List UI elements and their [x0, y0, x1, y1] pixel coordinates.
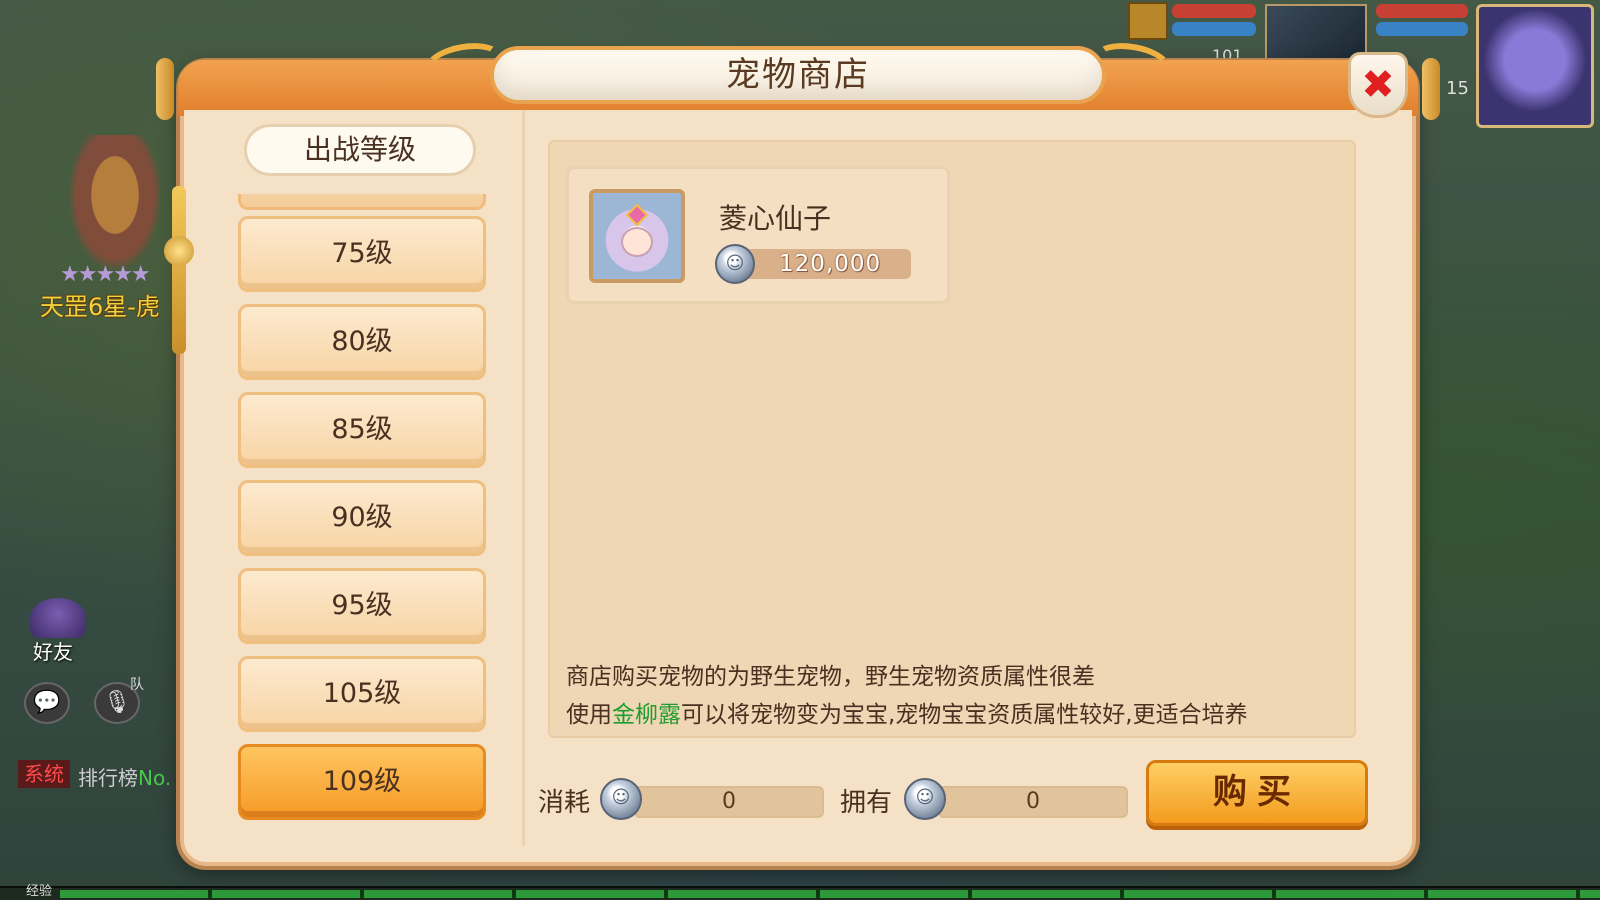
cost-amount-bar: 0	[634, 786, 824, 818]
cost-coin-icon: ☺	[600, 778, 642, 820]
team-label: 队	[130, 677, 144, 693]
close-icon: ✖	[1361, 62, 1395, 108]
level-label: 109级	[322, 766, 402, 797]
own-value: 0	[1026, 789, 1040, 814]
system-badge: 系统	[18, 760, 70, 788]
level-button-80[interactable]: 80级	[238, 304, 486, 380]
item-name: 菱心仙子	[719, 202, 832, 235]
hp-bar	[1172, 4, 1256, 18]
buff-icon[interactable]	[1128, 2, 1168, 40]
player-avatar[interactable]	[1476, 4, 1594, 128]
scroll-rod-left	[156, 58, 174, 120]
level-section-label: 出战等级	[303, 133, 416, 166]
shop-notice: 商店购买宠物的为野生宠物，野生宠物资质属性很差 使用金柳露可以将宠物变为宝宝,宠…	[566, 658, 1346, 734]
notice-line-1: 商店购买宠物的为野生宠物，野生宠物资质属性很差	[566, 664, 1095, 690]
level-label: 95级	[331, 590, 393, 621]
level-button-85[interactable]: 85级	[238, 392, 486, 468]
level-label: 80级	[331, 326, 393, 357]
notice-prefix: 使用	[566, 702, 612, 728]
pet-shop-dialog: 宠物商店 ✖ 出战等级 75级 80级 85级 90级 95级 105级 109…	[156, 37, 1440, 866]
level-button-105[interactable]: 105级	[238, 656, 486, 732]
portrait-face	[621, 227, 653, 257]
notice-highlight-item: 金柳露	[612, 702, 681, 728]
player-mp-bar	[1376, 22, 1468, 36]
column-divider	[522, 110, 525, 846]
pet-stars: ★★★★★	[60, 262, 151, 287]
mp-bar	[1172, 22, 1256, 36]
own-coin-icon: ☺	[904, 778, 946, 820]
shop-item-card[interactable]: 菱心仙子 ☺ 120,000	[566, 166, 950, 304]
level-label: 90级	[331, 502, 393, 533]
friends-label[interactable]: 好友	[33, 636, 73, 665]
silver-coin-icon: ☺	[715, 244, 755, 284]
level-button-109[interactable]: 109级	[238, 744, 486, 820]
level-button-90[interactable]: 90级	[238, 480, 486, 556]
title-banner: 宠物商店	[421, 37, 1175, 104]
pet-name-label: 天罡6星-虎	[40, 293, 160, 321]
portrait-crown	[625, 203, 649, 227]
level-button-95[interactable]: 95级	[238, 568, 486, 644]
exp-fill	[60, 890, 1600, 898]
level-label: 75级	[331, 238, 393, 269]
tassel-knot	[164, 236, 194, 266]
player-hp-bar	[1376, 4, 1468, 18]
level-label: 85级	[331, 414, 393, 445]
level-list[interactable]: 75级 80级 85级 90级 95级 105级 109级	[238, 194, 488, 878]
buy-label: 购买	[1213, 772, 1301, 812]
buy-button[interactable]: 购买	[1146, 760, 1368, 826]
exp-bar	[0, 886, 1600, 900]
pet-portrait-icon	[589, 189, 685, 283]
exp-label: 经验	[26, 884, 53, 899]
own-label: 拥有	[840, 788, 893, 818]
rank-text: 排行榜	[78, 766, 138, 790]
friends-icon[interactable]	[30, 598, 86, 638]
tassel-decoration	[172, 186, 186, 354]
notice-suffix: 可以将宠物变为宝宝,宠物宝宝资质属性较好,更适合培养	[681, 702, 1248, 728]
cost-label: 消耗	[538, 788, 591, 818]
level-button-partial[interactable]	[238, 194, 486, 210]
rank-number: No.	[138, 766, 172, 790]
close-button[interactable]: ✖	[1348, 52, 1408, 118]
level-section-title: 出战等级	[244, 124, 476, 176]
cost-value: 0	[722, 789, 736, 814]
item-price-bar: ☺ 120,000	[715, 244, 911, 284]
rank-label[interactable]: 排行榜No.	[78, 762, 171, 791]
own-amount-bar: 0	[938, 786, 1128, 818]
scroll-rod-right	[1422, 58, 1440, 120]
notice-line-2: 使用金柳露可以将宠物变为宝宝,宠物宝宝资质属性较好,更适合培养	[566, 696, 1346, 734]
level-button-75[interactable]: 75级	[238, 216, 486, 292]
item-price: 120,000	[779, 251, 882, 277]
chat-icon[interactable]: 💬	[24, 682, 70, 724]
dialog-title: 宠物商店	[726, 55, 870, 95]
shop-items-panel: 菱心仙子 ☺ 120,000 商店购买宠物的为野生宠物，野生宠物资质属性很差 使…	[548, 140, 1356, 738]
player-level: 15	[1446, 78, 1469, 99]
level-label: 105级	[322, 678, 402, 709]
